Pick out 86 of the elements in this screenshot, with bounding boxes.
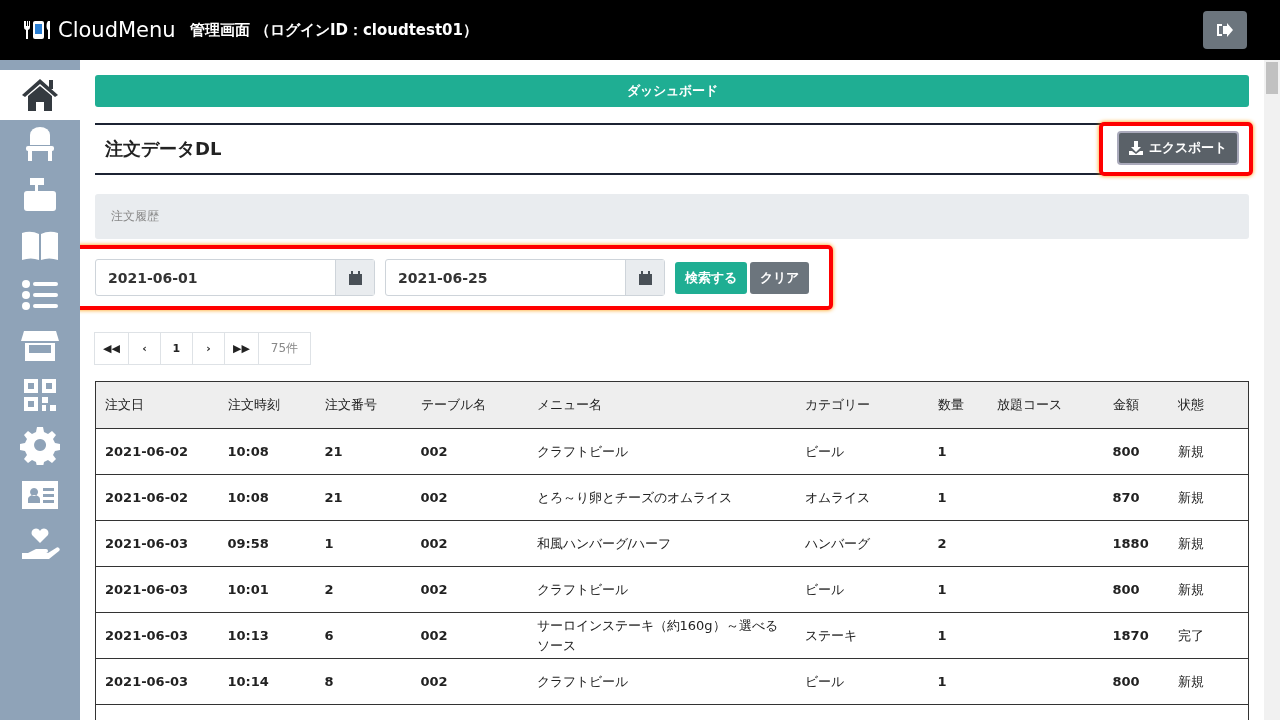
table-cell: 2021-06-02 <box>105 443 189 459</box>
table-cell: 新規 <box>1177 489 1204 505</box>
date-field[interactable]: 2021-06-01 <box>95 259 375 296</box>
column-header: 状態 <box>1168 381 1249 429</box>
column-header: 金額 <box>1103 381 1169 429</box>
previous-page-button[interactable]: ‹ <box>127 332 161 365</box>
column-header: 注文日 <box>95 381 219 429</box>
date-field[interactable]: 2021-06-25 <box>385 259 665 296</box>
sidebar-item[interactable] <box>0 70 80 120</box>
table-cell: 21 <box>324 489 343 505</box>
table-cell: 和風ハンバーグ/ハーフ <box>536 535 671 551</box>
table-cell: 2021-06-03 <box>105 627 189 643</box>
table-cell: 002 <box>420 673 448 689</box>
column-header: 注文番号 <box>315 381 412 429</box>
settings-icon <box>20 425 60 465</box>
table-cell: 新規 <box>1177 535 1204 551</box>
clear-button[interactable]: クリア <box>750 261 809 294</box>
table-cell: ハンバーグ <box>804 535 870 551</box>
table-cell: 2021-06-03 <box>105 535 189 551</box>
table-cell: クラフトビール <box>536 581 628 597</box>
table-cell: 1 <box>937 443 947 459</box>
table-cell: とろ～り卵とチーズのオムライス <box>536 489 732 505</box>
table-cell: 10:08 <box>227 443 269 459</box>
table-cell: 800 <box>1112 581 1140 597</box>
column-header: 数量 <box>928 381 988 429</box>
table-cell: 完了 <box>1177 627 1204 643</box>
table-cell: 2021-06-02 <box>105 489 189 505</box>
table-cell: 新規 <box>1177 581 1204 597</box>
breadcrumb-text: 注文履歴 <box>111 208 159 225</box>
table-cell: 2 <box>324 581 334 597</box>
table-cell: 1 <box>937 489 947 505</box>
table-cell: 1 <box>937 581 947 597</box>
first-page-button[interactable]: ◀◀ <box>94 332 129 365</box>
table-cell: 10:13 <box>227 627 269 643</box>
table-cell: 新規 <box>1177 443 1204 459</box>
record-count: 75件 <box>257 332 312 365</box>
table-cell: 002 <box>420 627 448 643</box>
calendar-icon[interactable] <box>335 260 374 295</box>
table-cell: 870 <box>1112 489 1140 505</box>
download-icon <box>1129 141 1143 155</box>
table-cell: ステーキ <box>804 627 857 643</box>
calendar-icon[interactable] <box>625 260 664 295</box>
scrollbar-thumb[interactable] <box>1266 62 1278 94</box>
page-button[interactable]: 1 <box>159 332 193 365</box>
table-cell: ビール <box>804 581 844 597</box>
table-cell: 10:01 <box>227 581 269 597</box>
table-cell: 002 <box>420 489 448 505</box>
table-cell: クラフトビール <box>536 673 628 689</box>
table-cell: 2021-06-03 <box>105 581 189 597</box>
last-page-button[interactable]: ▶▶ <box>223 332 259 365</box>
table-cell: クラフトビール <box>536 443 628 459</box>
table-cell: 10:14 <box>227 673 269 689</box>
column-header: 放題コース <box>987 381 1104 429</box>
table-cell: 10:08 <box>227 489 269 505</box>
export-button[interactable]: エクスポート <box>1117 131 1239 165</box>
table-cell: 800 <box>1112 673 1140 689</box>
table-cell: 800 <box>1112 443 1140 459</box>
column-header: メニュー名 <box>527 381 796 429</box>
sign-out-icon <box>1217 23 1233 37</box>
page-title: 注文データDL <box>105 137 222 161</box>
table-cell: 1 <box>937 627 947 643</box>
logout-button[interactable] <box>1203 11 1247 49</box>
table-cell: 新規 <box>1177 673 1204 689</box>
table-cell: 1880 <box>1112 535 1149 551</box>
table-cell: 1 <box>324 535 334 551</box>
app-title: 管理画面 （ログインID：cloudtest01） <box>189 20 478 40</box>
table-cell: ビール <box>804 443 844 459</box>
table-cell: オムライス <box>804 489 870 505</box>
table-cell: 002 <box>420 581 448 597</box>
column-header: カテゴリー <box>795 381 929 429</box>
table-cell: 8 <box>324 673 334 689</box>
column-header: 注文時刻 <box>218 381 316 429</box>
next-page-button[interactable]: › <box>191 332 225 365</box>
table-cell: 21 <box>324 443 343 459</box>
table-cell: 002 <box>420 443 448 459</box>
column-header: テーブル名 <box>411 381 528 429</box>
table-cell: 1870 <box>1112 627 1149 643</box>
table-cell: ビール <box>804 673 844 689</box>
table-cell: 6 <box>324 627 334 643</box>
table-cell: サーロインステーキ（約160g）～選べるソース <box>536 617 778 653</box>
table-cell: 2 <box>937 535 947 551</box>
logo-text: CloudMenu <box>58 18 176 42</box>
table-cell: 09:58 <box>227 535 269 551</box>
table-cell: 002 <box>420 535 448 551</box>
table-cell: 2021-06-03 <box>105 673 189 689</box>
table-cell: 1 <box>937 673 947 689</box>
